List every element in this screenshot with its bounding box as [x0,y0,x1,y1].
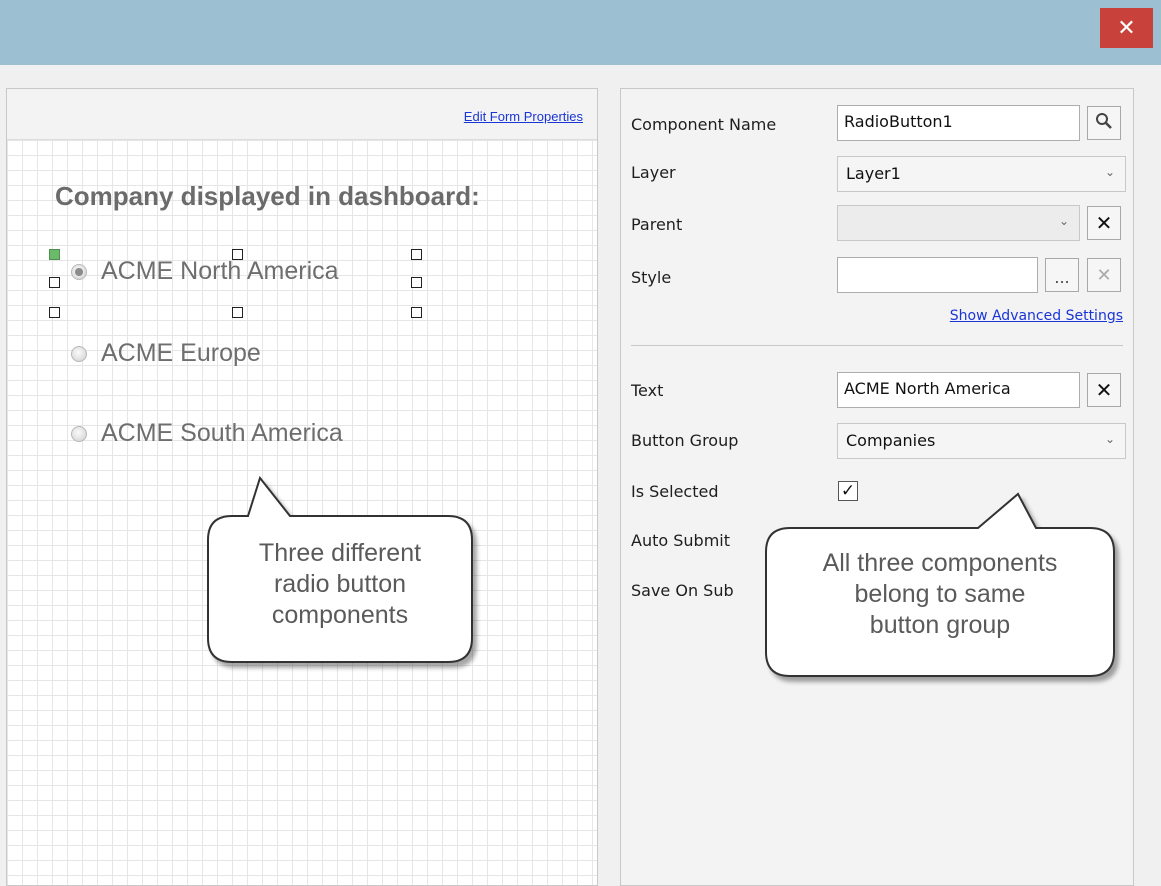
panel-divider [631,345,1123,346]
magnifier-icon [1095,112,1113,134]
radio-indicator[interactable] [71,425,87,442]
chevron-down-icon: ⌄ [1104,165,1115,179]
selection-handle-top-right[interactable] [411,249,422,260]
button-group-value: Companies [846,431,936,450]
close-icon: ✕ [1117,15,1136,41]
selection-handle-left[interactable] [49,277,60,288]
style-browse-button[interactable]: ... [1045,258,1079,292]
parent-label: Parent [631,215,683,234]
clear-style-button[interactable]: ✕ [1087,258,1121,292]
layer-label: Layer [631,163,676,182]
radio-acme-europe[interactable]: ACME Europe [71,339,261,368]
text-label: Text [631,381,664,400]
selection-handle-top-left[interactable] [49,249,60,260]
radio-label: ACME Europe [101,339,261,367]
text-field[interactable]: ACME North America [837,372,1080,408]
save-on-submit-label: Save On Sub [631,581,734,600]
style-label: Style [631,268,672,287]
x-icon: ✕ [1095,211,1113,235]
is-selected-label: Is Selected [631,482,719,501]
callout-left: Three different radio button components [200,470,480,670]
chevron-down-icon: ⌄ [1058,214,1069,228]
parent-select[interactable]: ⌄ [837,205,1080,241]
form-title-label[interactable]: Company displayed in dashboard: [55,181,480,212]
clear-parent-button[interactable]: ✕ [1087,206,1121,240]
radio-indicator[interactable] [71,345,87,362]
radio-label: ACME South America [101,419,343,447]
show-advanced-settings-link[interactable]: Show Advanced Settings [950,308,1123,324]
component-name-field[interactable]: RadioButton1 [837,105,1080,141]
chevron-down-icon: ⌄ [1104,432,1115,446]
x-icon: ✕ [1095,378,1113,402]
callout-right: All three components belong to same butt… [758,490,1128,690]
search-component-button[interactable] [1087,106,1121,140]
clear-text-button[interactable]: ✕ [1087,373,1121,407]
selection-handle-bottom[interactable] [232,307,243,318]
selection-handle-right[interactable] [411,277,422,288]
radio-acme-south-america[interactable]: ACME South America [71,419,343,448]
window-titlebar: ✕ [0,0,1161,65]
radio-indicator-selected[interactable] [71,263,87,280]
ellipsis-icon: ... [1054,268,1070,287]
x-icon: ✕ [1096,264,1112,286]
edit-form-properties-link[interactable]: Edit Form Properties [464,109,583,124]
properties-panel: Component Name RadioButton1 Layer Layer1… [620,88,1134,886]
selection-handle-bottom-left[interactable] [49,307,60,318]
auto-submit-label: Auto Submit [631,531,730,550]
layer-value: Layer1 [846,164,901,183]
button-group-label: Button Group [631,431,739,450]
button-group-select[interactable]: Companies ⌄ [837,423,1126,459]
radio-acme-north-america[interactable]: ACME North America [71,257,339,286]
canvas-header: Edit Form Properties [7,89,597,140]
component-name-label: Component Name [631,115,777,134]
radio-label: ACME North America [101,257,339,285]
selection-handle-top[interactable] [232,249,243,260]
callout-left-text: Three different radio button components [258,539,422,629]
callout-right-text: All three components belong to same butt… [822,549,1058,639]
layer-select[interactable]: Layer1 ⌄ [837,156,1126,192]
selection-handle-bottom-right[interactable] [411,307,422,318]
close-button[interactable]: ✕ [1100,8,1153,48]
style-field[interactable] [837,257,1038,293]
